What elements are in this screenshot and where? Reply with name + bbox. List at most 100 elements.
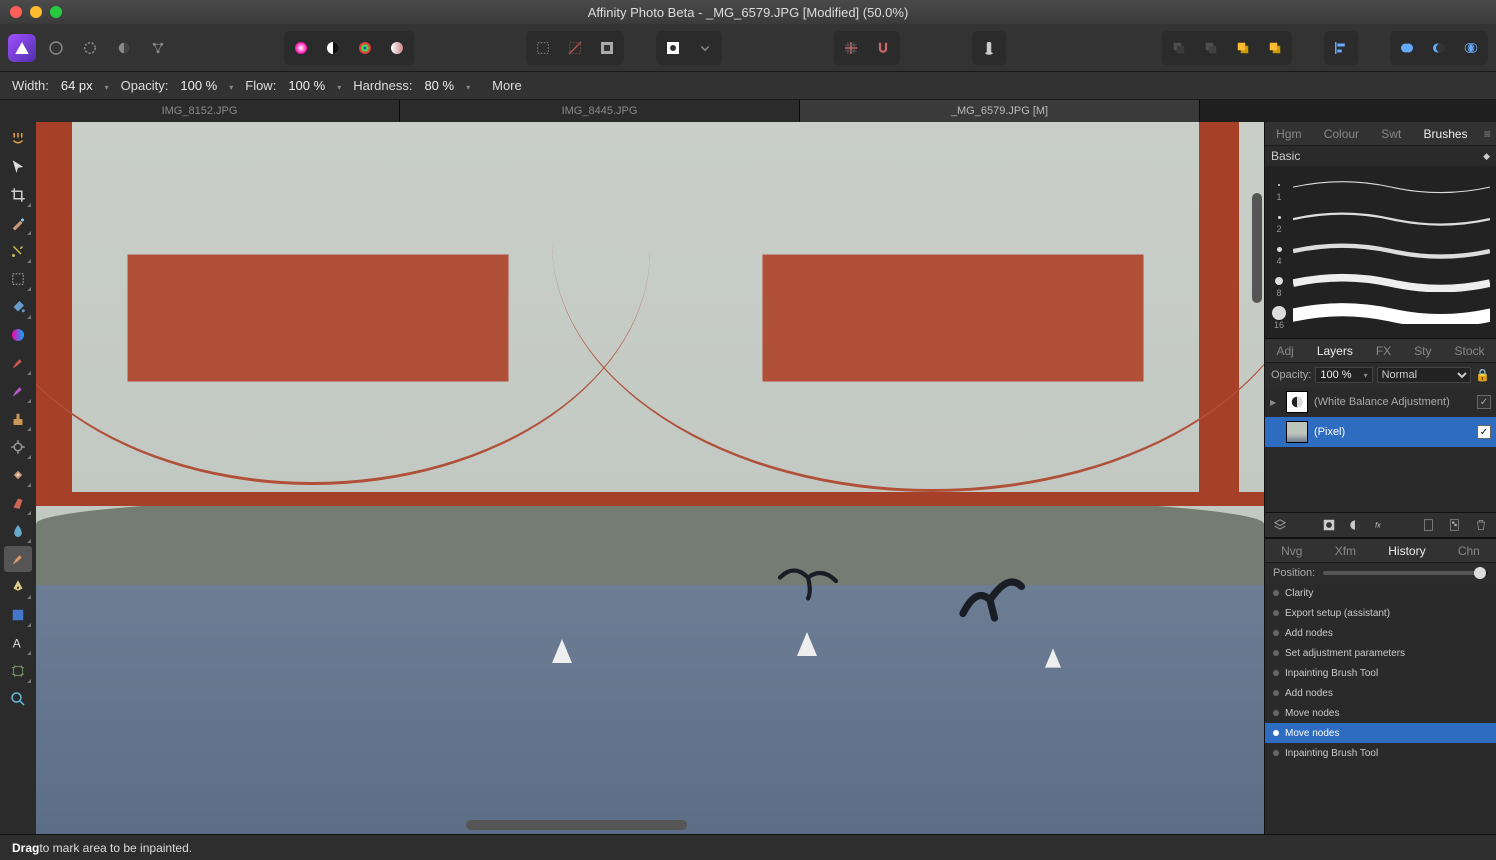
- brush-category-dropdown[interactable]: Basic ◆: [1265, 146, 1496, 166]
- move-forward-icon[interactable]: [1229, 34, 1257, 62]
- history-item[interactable]: Set adjustment parameters: [1265, 643, 1496, 663]
- history-item[interactable]: Export setup (assistant): [1265, 603, 1496, 623]
- tab-sty[interactable]: Sty: [1408, 344, 1437, 358]
- brush-item[interactable]: [1271, 298, 1490, 328]
- photo-persona-icon[interactable]: [8, 34, 36, 62]
- view-tool-icon[interactable]: [4, 126, 32, 152]
- brush-item[interactable]: [1271, 266, 1490, 296]
- layers-stack-icon[interactable]: [1271, 517, 1289, 533]
- layer-opacity-value[interactable]: 100 %: [1315, 367, 1372, 383]
- brush-item[interactable]: [1271, 170, 1490, 200]
- tab-colour[interactable]: Colour: [1318, 127, 1365, 141]
- color-sample-icon[interactable]: [351, 34, 379, 62]
- tab-brushes[interactable]: Brushes: [1418, 127, 1474, 141]
- marquee-icon[interactable]: [529, 34, 557, 62]
- adjustment-icon[interactable]: [1346, 517, 1364, 533]
- smudge-brush-icon[interactable]: [4, 518, 32, 544]
- color-wheel-icon[interactable]: [287, 34, 315, 62]
- mask-icon[interactable]: [1320, 517, 1338, 533]
- retouch-brush-icon[interactable]: [4, 490, 32, 516]
- shape-tool-icon[interactable]: [4, 602, 32, 628]
- move-back-icon[interactable]: [1165, 34, 1193, 62]
- new-pixel-layer-icon[interactable]: [1446, 517, 1464, 533]
- layer-visibility-checkbox[interactable]: ✓: [1477, 395, 1491, 409]
- zoom-tool-icon[interactable]: [4, 686, 32, 712]
- vertical-scrollbar[interactable]: [1252, 193, 1262, 303]
- gradient-tool-icon[interactable]: [4, 322, 32, 348]
- close-button[interactable]: [10, 6, 22, 18]
- tab-nvg[interactable]: Nvg: [1275, 544, 1308, 558]
- tab-layers[interactable]: Layers: [1311, 344, 1359, 358]
- delete-layer-icon[interactable]: [1472, 517, 1490, 533]
- align-icon[interactable]: [1327, 34, 1355, 62]
- inpainting-brush-icon[interactable]: [4, 546, 32, 572]
- develop-persona-icon[interactable]: [76, 34, 104, 62]
- maximize-button[interactable]: [50, 6, 62, 18]
- history-item[interactable]: Clarity: [1265, 583, 1496, 603]
- opacity-value[interactable]: 100 %: [176, 77, 237, 94]
- clone-brush-icon[interactable]: [4, 406, 32, 432]
- liquify-persona-icon[interactable]: [42, 34, 70, 62]
- heal-brush-icon[interactable]: [4, 462, 32, 488]
- flood-fill-icon[interactable]: [4, 294, 32, 320]
- grid-icon[interactable]: [837, 34, 865, 62]
- minimize-button[interactable]: [30, 6, 42, 18]
- quick-mask-icon[interactable]: [659, 34, 687, 62]
- union-icon[interactable]: [1393, 34, 1421, 62]
- tab-chn[interactable]: Chn: [1452, 544, 1486, 558]
- layer-visibility-checkbox[interactable]: ✓: [1477, 425, 1491, 439]
- dodge-brush-icon[interactable]: [4, 434, 32, 460]
- position-slider[interactable]: [1323, 571, 1488, 575]
- brush-item[interactable]: [1271, 202, 1490, 232]
- quickmask-chevron-icon[interactable]: [691, 34, 719, 62]
- canvas[interactable]: [36, 122, 1264, 834]
- mesh-warp-icon[interactable]: [4, 658, 32, 684]
- history-item[interactable]: Add nodes: [1265, 623, 1496, 643]
- tab-fx[interactable]: FX: [1370, 344, 1397, 358]
- history-item[interactable]: Add nodes: [1265, 683, 1496, 703]
- subtract-icon[interactable]: [1425, 34, 1453, 62]
- layer-row[interactable]: ▶ (White Balance Adjustment) ✓: [1265, 387, 1496, 417]
- intersect-icon[interactable]: [1457, 34, 1485, 62]
- panel-menu-icon[interactable]: ≡: [1484, 127, 1491, 141]
- new-layer-icon[interactable]: [1420, 517, 1438, 533]
- hardness-value[interactable]: 80 %: [420, 77, 474, 94]
- assistant-icon[interactable]: [975, 34, 1003, 62]
- history-item[interactable]: Move nodes: [1265, 723, 1496, 743]
- move-front-icon[interactable]: [1261, 34, 1289, 62]
- horizontal-scrollbar[interactable]: [466, 820, 687, 830]
- brush-item[interactable]: [1271, 234, 1490, 264]
- disclosure-icon[interactable]: ▶: [1270, 398, 1280, 407]
- flood-select-icon[interactable]: [4, 238, 32, 264]
- tab-doc-3[interactable]: _MG_6579.JPG [M]: [800, 100, 1200, 122]
- erase-brush-icon[interactable]: [4, 378, 32, 404]
- more-button[interactable]: More: [492, 78, 522, 93]
- move-backward-icon[interactable]: [1197, 34, 1225, 62]
- fx-icon[interactable]: fx: [1372, 517, 1390, 533]
- pen-tool-icon[interactable]: [4, 574, 32, 600]
- history-item[interactable]: Move nodes: [1265, 703, 1496, 723]
- split-bw-icon[interactable]: [319, 34, 347, 62]
- tab-doc-1[interactable]: IMG_8152.JPG: [0, 100, 400, 122]
- tab-history[interactable]: History: [1382, 544, 1431, 558]
- tab-hgm[interactable]: Hgm: [1270, 127, 1307, 141]
- flow-value[interactable]: 100 %: [284, 77, 345, 94]
- crop-tool-icon[interactable]: [4, 182, 32, 208]
- tab-xfm[interactable]: Xfm: [1329, 544, 1362, 558]
- text-tool-icon[interactable]: A: [4, 630, 32, 656]
- marquee-tool-icon[interactable]: [4, 266, 32, 292]
- tab-stock[interactable]: Stock: [1448, 344, 1490, 358]
- gradient-circle-icon[interactable]: [383, 34, 411, 62]
- selection-brush-icon[interactable]: [4, 210, 32, 236]
- tab-doc-2[interactable]: IMG_8445.JPG: [400, 100, 800, 122]
- export-persona-icon[interactable]: [144, 34, 172, 62]
- invert-select-icon[interactable]: [593, 34, 621, 62]
- history-item[interactable]: Inpainting Brush Tool: [1265, 663, 1496, 683]
- tone-map-persona-icon[interactable]: [110, 34, 138, 62]
- tab-swt[interactable]: Swt: [1375, 127, 1407, 141]
- lock-icon[interactable]: 🔒: [1475, 368, 1490, 382]
- deselect-icon[interactable]: [561, 34, 589, 62]
- blend-mode-dropdown[interactable]: Normal: [1377, 367, 1471, 383]
- width-value[interactable]: 64 px: [57, 77, 113, 94]
- history-item[interactable]: Inpainting Brush Tool: [1265, 743, 1496, 763]
